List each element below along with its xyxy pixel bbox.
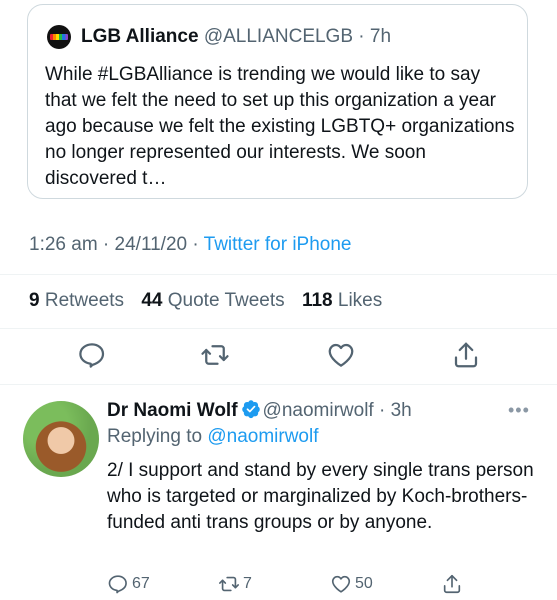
quoted-tweet-text: While #LGBAlliance is trending we would … [45, 64, 515, 189]
replying-to-prefix: Replying to [107, 426, 203, 447]
retweet-icon [219, 576, 239, 592]
reply-header: Dr Naomi Wolf @naomirwolf · 3h [107, 399, 412, 422]
divider [0, 384, 557, 385]
quote-tweets-count: 44 [141, 290, 163, 311]
quoted-author-handle: @ALLIANCELGB [203, 26, 354, 47]
reply-share-button[interactable] [441, 573, 463, 595]
share-icon[interactable] [451, 340, 481, 370]
tweet-time[interactable]: 1:26 am [29, 234, 98, 255]
retweets-label: Retweets [44, 290, 125, 311]
verified-badge-icon [241, 400, 260, 419]
divider [0, 328, 557, 329]
reply-count: 67 [132, 575, 150, 592]
like-count: 50 [355, 575, 373, 592]
retweets-count: 9 [29, 290, 40, 311]
quoted-time-separator: · [353, 26, 370, 47]
retweet-icon[interactable] [200, 340, 230, 370]
likes-count: 118 [301, 290, 333, 311]
reply-author-handle: @naomirwolf [262, 400, 374, 421]
reply-icon [108, 575, 127, 594]
reply-author-name[interactable]: Dr Naomi Wolf [107, 400, 238, 421]
retweets-stat[interactable]: 9 Retweets [29, 290, 124, 311]
quoted-tweet-header: LGB Alliance @ALLIANCELGB · 7h [81, 26, 391, 48]
more-options-icon[interactable]: ••• [508, 400, 530, 421]
tweet-stats: 9 Retweets 44 Quote Tweets 118 Likes [29, 290, 382, 312]
quoted-tweet-card[interactable]: LGB Alliance @ALLIANCELGB · 7h While #LG… [27, 4, 528, 199]
like-icon [331, 575, 351, 593]
reply-tweet-text: 2/ I support and stand by every single t… [107, 460, 534, 533]
retweet-count: 7 [243, 575, 252, 592]
lgb-alliance-avatar[interactable] [47, 25, 71, 49]
quote-tweets-label: Quote Tweets [167, 290, 285, 311]
reply-icon[interactable] [77, 340, 107, 370]
share-icon [443, 574, 461, 594]
reply-like-button[interactable]: 50 [330, 573, 373, 595]
quoted-time: 7h [369, 26, 392, 47]
reply-time: 3h [390, 400, 412, 421]
likes-label: Likes [337, 290, 383, 311]
replying-to-link[interactable]: @naomirwolf [207, 426, 318, 447]
quoted-author-name[interactable]: LGB Alliance [81, 26, 199, 47]
tweet-meta: 1:26 am · 24/11/20 · Twitter for iPhone [29, 234, 352, 255]
tweet-source[interactable]: Twitter for iPhone [204, 234, 352, 255]
reply-time-separator: · [373, 400, 391, 421]
likes-stat[interactable]: 118 Likes [302, 290, 382, 311]
reply-retweet-button[interactable]: 7 [218, 573, 252, 595]
replying-to: Replying to @naomirwolf [107, 426, 319, 448]
tweet-date[interactable]: 24/11/20 [115, 234, 188, 255]
divider [0, 274, 557, 275]
reply-reply-button[interactable]: 67 [107, 573, 150, 595]
quote-tweets-stat[interactable]: 44 Quote Tweets [141, 290, 284, 311]
like-icon[interactable] [326, 340, 356, 370]
naomi-wolf-avatar[interactable] [23, 401, 99, 477]
